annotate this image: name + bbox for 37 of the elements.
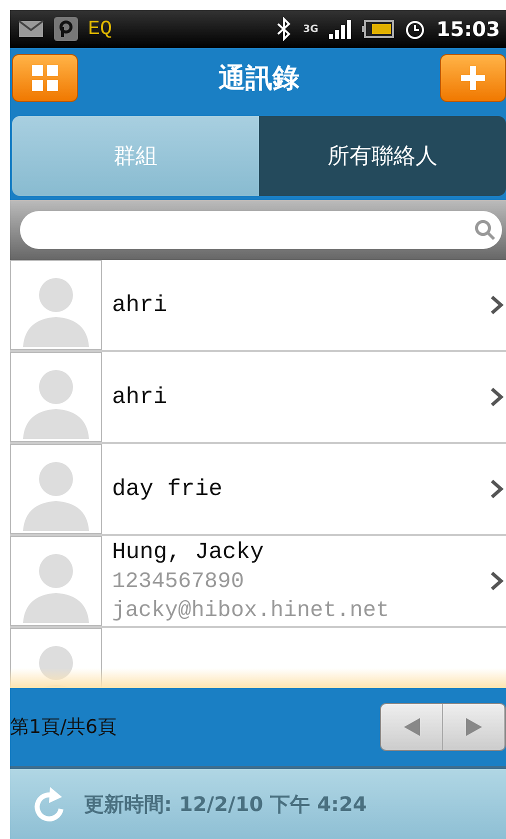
refresh-icon[interactable] <box>32 785 66 823</box>
next-page-button[interactable] <box>443 704 505 750</box>
contact-name: ahri <box>112 384 168 410</box>
contact-row[interactable]: ahri <box>10 260 506 352</box>
update-time: 更新時間: 12/2/10 下午 4:24 <box>84 790 367 818</box>
contact-name: Hung, Jacky <box>112 539 265 565</box>
left-triangle-icon <box>404 718 420 736</box>
chevron-icon <box>490 387 504 407</box>
page-title: 通訊錄 <box>218 62 300 96</box>
network-label: 3G <box>303 24 318 34</box>
chevron-icon <box>490 479 504 499</box>
contact-name: day frie <box>112 476 224 502</box>
tab[interactable]: 所有聯絡人 <box>259 116 506 196</box>
chevron-icon <box>490 571 504 591</box>
grid-icon <box>32 65 58 91</box>
contact-name: ahri <box>112 292 168 318</box>
contact-row[interactable]: Hung, Jacky 1234567890 jacky@hibox.hinet.net <box>10 536 506 628</box>
contact-row[interactable]: day frie <box>10 444 506 536</box>
app-icon <box>54 17 78 41</box>
plus-icon <box>461 66 485 90</box>
chevron-icon <box>490 295 504 315</box>
search-field[interactable] <box>20 211 502 249</box>
signal-icon <box>328 19 352 39</box>
search-icon <box>474 219 496 241</box>
previous-page-button[interactable] <box>381 704 443 750</box>
alarm-icon <box>404 18 426 40</box>
right-triangle-icon <box>466 718 482 736</box>
contact-row[interactable]: ahri <box>10 352 506 444</box>
add-button[interactable] <box>440 54 506 102</box>
contact-detail: 1234567890 <box>112 569 246 594</box>
clock-time: 15:03 <box>436 17 500 41</box>
battery-icon <box>362 20 394 38</box>
grid-menu-button[interactable] <box>12 54 78 102</box>
contact-detail: jacky@hibox.hinet.net <box>112 598 390 623</box>
app-label: EQ <box>88 18 112 40</box>
page-indicator: 第1頁/共6頁 <box>10 715 117 740</box>
mail-icon <box>18 20 44 38</box>
